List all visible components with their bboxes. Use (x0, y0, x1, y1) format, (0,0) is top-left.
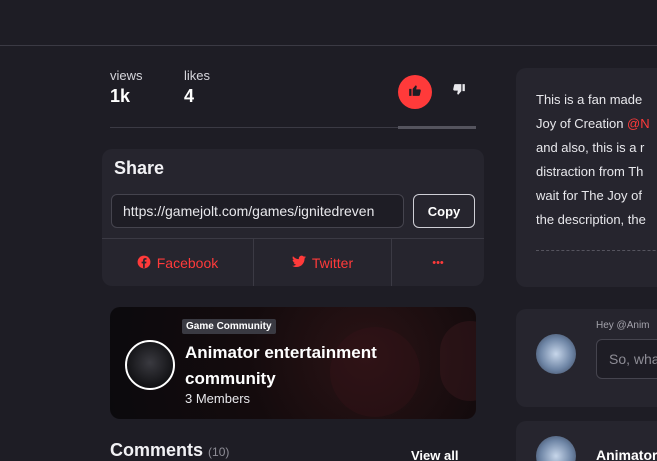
description-line: Joy of Creation (536, 116, 628, 131)
comment-greeting: Hey @Anim (596, 320, 650, 331)
twitter-label: Twitter (311, 255, 354, 271)
twitter-share-button[interactable]: Twitter (253, 239, 391, 286)
description-line: distraction from Th (536, 164, 644, 179)
stats-divider (110, 126, 476, 129)
copy-button[interactable]: Copy (413, 194, 475, 228)
view-all-comments-link[interactable]: View all (411, 448, 458, 461)
comment-author-avatar[interactable] (536, 436, 576, 461)
community-name: Animator entertainment community (185, 343, 377, 388)
community-avatar (125, 340, 175, 390)
likes-stat: likes 4 (184, 68, 210, 107)
comment-input[interactable]: So, wha (596, 339, 657, 379)
twitter-icon (291, 255, 306, 271)
thumbs-up-icon (408, 83, 422, 102)
comments-heading: Comments (10) (110, 440, 229, 461)
comment-compose-card: Hey @Anim So, wha (516, 309, 657, 407)
community-card[interactable]: Game Community Animator entertainment co… (110, 307, 476, 419)
share-title: Share (114, 158, 165, 178)
comment-author-name[interactable]: Animator (596, 447, 657, 461)
description-line: and also, this is a r (536, 140, 645, 155)
like-button[interactable] (398, 75, 432, 109)
description-line: the description, the (536, 212, 646, 227)
share-buttons-row: Facebook Twitter ••• (102, 238, 484, 286)
banner-artwork-figure (440, 321, 476, 401)
top-navigation-bar (0, 0, 657, 46)
share-url-input[interactable]: https://gamejolt.com/games/ignitedreven (111, 194, 404, 228)
like-tab-indicator (398, 126, 476, 129)
likes-label: likes (184, 68, 211, 83)
description-line: wait for The Joy of (536, 188, 642, 203)
description-divider (536, 250, 657, 251)
share-card: Share https://gamejolt.com/games/ignited… (102, 149, 484, 286)
user-mention-link[interactable]: @N (627, 116, 650, 131)
user-avatar (536, 334, 576, 374)
description-text: This is a fan made Joy of Creation @N an… (536, 88, 657, 232)
comments-title: Comments (110, 440, 204, 460)
views-stat: views 1k (110, 68, 143, 107)
comments-count: (10) (208, 445, 230, 459)
community-members: 3 Members (185, 391, 251, 406)
likes-value: 4 (184, 86, 195, 106)
views-label: views (110, 68, 143, 83)
game-description-card: This is a fan made Joy of Creation @N an… (516, 68, 657, 287)
comment-item: Animator (516, 421, 657, 461)
more-options-icon: ••• (432, 257, 444, 269)
facebook-label: Facebook (156, 255, 219, 271)
thumbs-down-icon (452, 83, 466, 102)
more-share-options-button[interactable]: ••• (391, 239, 484, 286)
description-line: This is a fan made (536, 92, 643, 107)
community-tag: Game Community (182, 319, 276, 334)
facebook-share-button[interactable]: Facebook (102, 239, 253, 286)
views-value: 1k (110, 86, 131, 106)
dislike-button[interactable] (444, 75, 474, 109)
facebook-icon (137, 255, 151, 272)
